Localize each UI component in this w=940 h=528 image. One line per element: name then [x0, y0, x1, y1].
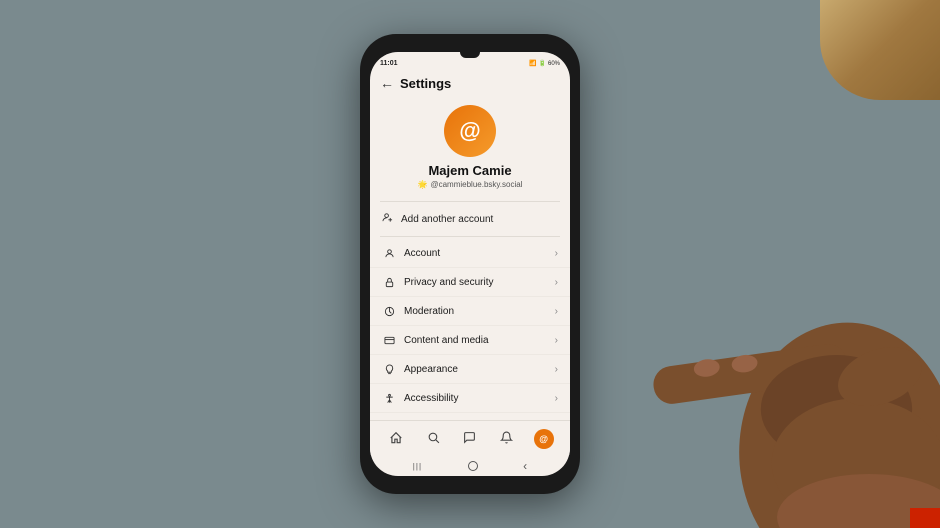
- battery-percent: 60%: [548, 61, 560, 67]
- menu-item-appearance[interactable]: Appearance ›: [370, 355, 570, 384]
- menu-label-moderation: Moderation: [404, 306, 555, 317]
- chevron-accessibility: ›: [555, 393, 558, 404]
- recent-apps-btn[interactable]: |||: [413, 462, 422, 471]
- menu-item-languages[interactable]: Languages ›: [370, 413, 570, 420]
- nav-search[interactable]: [419, 427, 447, 451]
- battery-icon: 🔋: [539, 60, 546, 67]
- menu-list: Account › Privacy and security ›: [370, 239, 570, 420]
- menu-item-accessibility[interactable]: Accessibility ›: [370, 384, 570, 413]
- nav-profile-active[interactable]: @: [530, 427, 558, 451]
- chevron-privacy: ›: [555, 277, 558, 288]
- back-button[interactable]: ←: [380, 75, 394, 91]
- status-right: 📶 🔋 60%: [529, 60, 560, 67]
- chevron-content: ›: [555, 335, 558, 346]
- nav-home[interactable]: [382, 427, 410, 451]
- home-icon: [389, 431, 403, 448]
- status-time: 11:01: [380, 60, 398, 67]
- chat-icon: [463, 431, 476, 447]
- home-button[interactable]: [468, 461, 478, 471]
- menu-item-moderation[interactable]: Moderation ›: [370, 297, 570, 326]
- divider-2: [380, 236, 560, 237]
- avatar: @: [444, 105, 496, 157]
- add-account-row[interactable]: Add another account: [370, 204, 570, 234]
- profile-section: @ Majem Camie 🌟 @cammieblue.bsky.social: [370, 97, 570, 199]
- corner-decoration: [820, 0, 940, 100]
- accessibility-icon: [382, 391, 396, 405]
- chevron-appearance: ›: [555, 364, 558, 375]
- menu-label-appearance: Appearance: [404, 364, 555, 375]
- add-account-icon: [382, 212, 393, 226]
- chevron-account: ›: [555, 248, 558, 259]
- hand-overlay: [540, 128, 940, 528]
- menu-item-privacy[interactable]: Privacy and security ›: [370, 268, 570, 297]
- home-indicator: ||| ‹: [370, 455, 570, 476]
- account-icon: [382, 246, 396, 260]
- phone-screen: 11:01 📶 🔋 60% ← Settings @ Majem Camie 🌟…: [370, 52, 570, 476]
- nav-bell[interactable]: [493, 427, 521, 451]
- menu-item-content[interactable]: Content and media ›: [370, 326, 570, 355]
- content-icon: [382, 333, 396, 347]
- phone-device: 11:01 📶 🔋 60% ← Settings @ Majem Camie 🌟…: [360, 34, 580, 494]
- privacy-icon: [382, 275, 396, 289]
- profile-handle-row: 🌟 @cammieblue.bsky.social: [418, 180, 523, 189]
- menu-label-account: Account: [404, 248, 555, 259]
- back-gesture[interactable]: ‹: [523, 459, 527, 473]
- signal-icon: 📶: [529, 60, 536, 67]
- page-title: Settings: [400, 76, 451, 91]
- bell-icon: [500, 431, 513, 447]
- profile-active-dot: @: [534, 429, 554, 449]
- search-icon: [427, 431, 440, 447]
- chevron-moderation: ›: [555, 306, 558, 317]
- menu-label-accessibility: Accessibility: [404, 393, 555, 404]
- app-header: ← Settings: [370, 71, 570, 97]
- moderation-icon: [382, 304, 396, 318]
- profile-nav-icon: @: [539, 434, 548, 444]
- corner-sticker: [910, 508, 940, 528]
- profile-name: Majem Camie: [428, 163, 511, 178]
- divider-1: [380, 201, 560, 202]
- profile-handle: @cammieblue.bsky.social: [430, 180, 522, 189]
- avatar-symbol: @: [459, 120, 480, 142]
- notch: [460, 52, 480, 58]
- nav-chat[interactable]: [456, 427, 484, 451]
- bottom-nav: @: [370, 420, 570, 455]
- menu-label-privacy: Privacy and security: [404, 277, 555, 288]
- add-account-label: Add another account: [401, 214, 493, 225]
- sun-icon: 🌟: [418, 180, 428, 189]
- menu-label-content: Content and media: [404, 335, 555, 346]
- menu-item-account[interactable]: Account ›: [370, 239, 570, 268]
- appearance-icon: [382, 362, 396, 376]
